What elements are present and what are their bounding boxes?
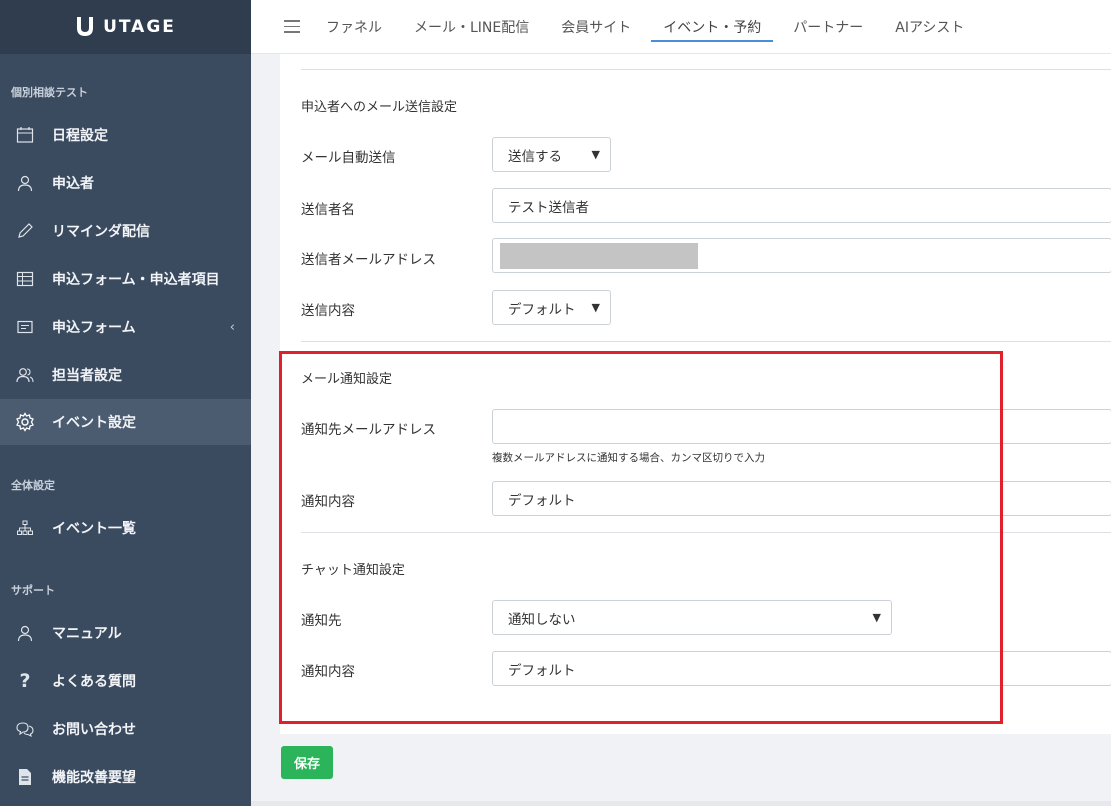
sidebar-item-label: よくある質問 — [52, 674, 136, 690]
auto-send-label: メール自動送信 — [301, 150, 396, 166]
sender-email-label: 送信者メールアドレス — [301, 252, 436, 268]
document-icon — [14, 766, 36, 788]
sidebar-item-form-fields[interactable]: 申込フォーム・申込者項目 — [0, 256, 251, 302]
sidebar-item-label: 申込フォーム・申込者項目 — [52, 272, 220, 288]
sidebar-item-label: 機能改善要望 — [52, 770, 136, 786]
sidebar-item-reminder[interactable]: リマインダ配信 — [0, 208, 251, 254]
top-nav: ファネル メール・LINE配信 会員サイト イベント・予約 パートナー AIアシ… — [251, 0, 1111, 54]
tab-mail-line[interactable]: メール・LINE配信 — [414, 0, 529, 54]
user-icon — [14, 172, 36, 194]
tab-ai-assist[interactable]: AIアシスト — [895, 0, 964, 54]
highlight-box — [279, 351, 1003, 724]
section-title-applicant-mail: 申込者へのメール送信設定 — [301, 100, 458, 115]
brand-name: UTAGE — [103, 17, 176, 37]
chat-icon — [14, 718, 36, 740]
gear-icon — [14, 411, 36, 433]
sender-name-input[interactable]: テスト送信者 — [492, 188, 1111, 223]
sidebar-item-label: リマインダ配信 — [52, 224, 150, 240]
sidebar-item-applicants[interactable]: 申込者 — [0, 160, 251, 206]
utage-logo-icon — [77, 15, 94, 36]
chevron-down-icon: ▼ — [591, 148, 600, 161]
hamburger-menu-icon[interactable] — [284, 16, 300, 37]
table-icon — [14, 268, 36, 290]
tab-member-site[interactable]: 会員サイト — [561, 0, 631, 54]
sidebar-item-feature-request[interactable]: 機能改善要望 — [0, 754, 251, 800]
chevron-left-icon: ‹ — [229, 319, 235, 335]
user-icon — [14, 622, 36, 644]
content-value: デフォルト — [508, 301, 576, 318]
content-label: 送信内容 — [301, 303, 355, 319]
sidebar-item-label: イベント設定 — [52, 415, 136, 431]
divider — [301, 341, 1111, 342]
sidebar-item-manual[interactable]: マニュアル — [0, 610, 251, 656]
sidebar-item-event-settings[interactable]: イベント設定 — [0, 399, 251, 445]
sender-name-label: 送信者名 — [301, 202, 355, 218]
calendar-icon — [14, 124, 36, 146]
footer-strip — [251, 801, 1111, 806]
sidebar-item-faq[interactable]: ? よくある質問 — [0, 658, 251, 704]
redacted-block — [500, 242, 698, 269]
sidebar-item-form[interactable]: 申込フォーム ‹ — [0, 304, 251, 350]
tab-event-booking[interactable]: イベント・予約 — [651, 0, 774, 54]
sidebar-item-label: イベント一覧 — [52, 521, 136, 537]
sidebar-item-label: 申込者 — [52, 176, 94, 192]
sidebar-item-schedule[interactable]: 日程設定 — [0, 112, 251, 158]
sidebar-item-label: お問い合わせ — [52, 722, 136, 738]
section-event-name: 個別相談テスト — [11, 86, 88, 99]
tab-funnel[interactable]: ファネル — [326, 0, 382, 54]
sidebar-item-event-list[interactable]: イベント一覧 — [0, 505, 251, 551]
auto-send-select[interactable]: 送信する ▼ — [492, 137, 611, 172]
question-icon: ? — [19, 670, 31, 692]
sidebar-item-staff[interactable]: 担当者設定 — [0, 352, 251, 398]
sidebar-item-label: 日程設定 — [52, 128, 108, 144]
logo[interactable]: UTAGE — [0, 0, 251, 54]
users-icon — [14, 364, 36, 386]
sender-email-input[interactable] — [492, 238, 1111, 273]
sidebar: UTAGE 個別相談テスト 日程設定 申込者 リマインダ配信 申込フォーム・申込… — [0, 0, 251, 806]
sidebar-item-label: 担当者設定 — [52, 368, 122, 384]
sidebar-item-label: マニュアル — [52, 626, 122, 642]
content-select[interactable]: デフォルト ▼ — [492, 290, 611, 325]
auto-send-value: 送信する — [508, 148, 562, 165]
pencil-icon — [14, 220, 36, 242]
divider — [301, 69, 1111, 70]
section-global-settings: 全体設定 — [11, 479, 55, 492]
section-support: サポート — [11, 584, 55, 597]
sidebar-item-contact[interactable]: お問い合わせ — [0, 706, 251, 752]
sidebar-item-label: 申込フォーム — [52, 320, 136, 336]
save-button[interactable]: 保存 — [281, 746, 333, 779]
chevron-down-icon: ▼ — [591, 301, 600, 314]
sitemap-icon — [14, 517, 36, 539]
tab-partner[interactable]: パートナー — [793, 0, 863, 54]
sender-name-value: テスト送信者 — [508, 199, 589, 216]
form-icon — [14, 316, 36, 338]
